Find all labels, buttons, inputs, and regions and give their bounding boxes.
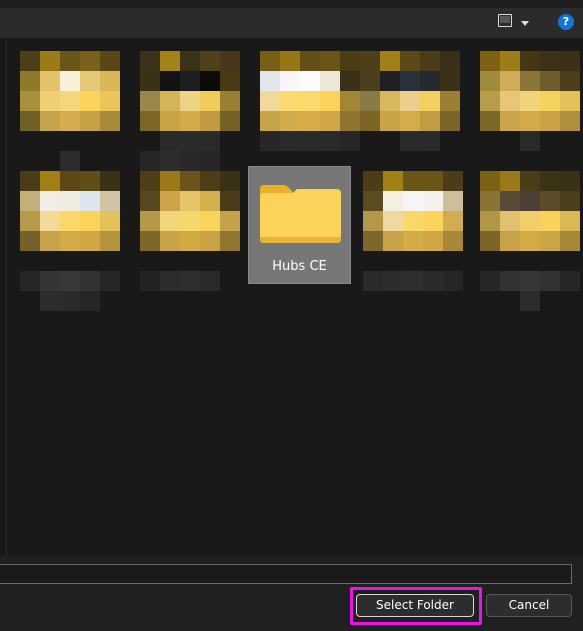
dialog-footer: Select Folder Cancel [0,555,583,631]
divider [6,38,7,555]
folder-thumbnail [480,51,580,131]
folder-thumbnail [480,171,580,251]
folder-thumbnail [363,171,463,251]
select-folder-button[interactable]: Select Folder [356,594,474,617]
title-strip [0,0,583,8]
folder-item[interactable] [360,51,460,171]
folder-thumbnail [140,171,240,251]
folder-name-label [363,251,463,311]
folder-item[interactable] [260,51,360,171]
folder-name-label [140,251,240,311]
folder-thumbnail [20,171,120,251]
folder-item[interactable] [140,171,240,291]
chevron-down-icon [521,21,529,26]
help-icon[interactable]: ? [558,14,574,30]
view-menu-icon [498,14,512,27]
folder-name-label [20,251,120,311]
folder-name-label [480,251,580,311]
folder-thumbnail [360,51,460,131]
folder-item[interactable] [480,171,580,291]
cancel-button[interactable]: Cancel [486,594,572,617]
folder-name-field[interactable] [0,564,572,584]
dialog-toolbar: ? [0,8,583,38]
folder-icon [257,177,343,247]
folder-thumbnail [20,51,120,131]
folder-item[interactable] [140,51,240,171]
folder-item[interactable] [363,171,463,291]
folder-name-label: Hubs CE [249,259,350,274]
folder-view[interactable]: Hubs CE [0,38,583,555]
change-view-button[interactable] [496,14,534,32]
folder-item[interactable] [480,51,580,171]
folder-item[interactable] [20,51,120,171]
folder-thumbnail [140,51,240,131]
folder-item-selected[interactable]: Hubs CE [248,166,351,284]
folder-item[interactable] [20,171,120,291]
folder-thumbnail [260,51,360,131]
